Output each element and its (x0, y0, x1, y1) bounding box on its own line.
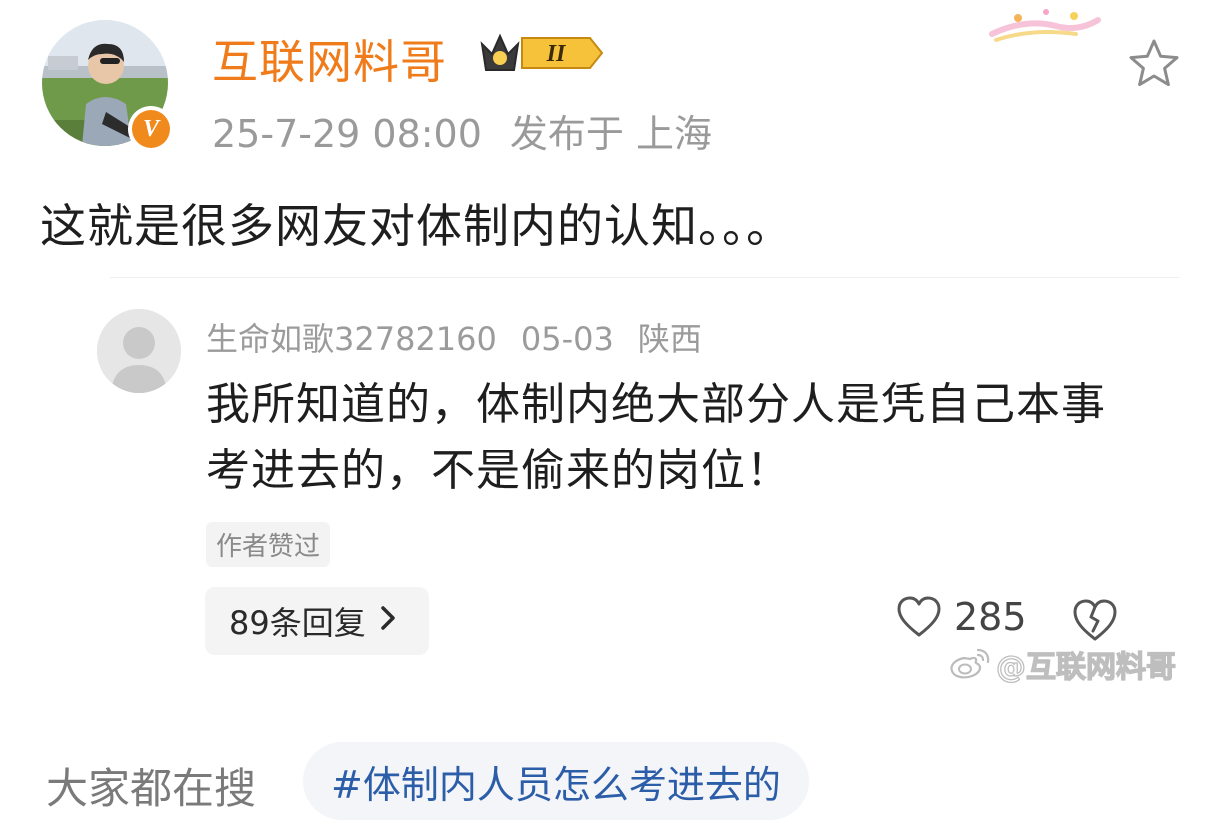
author-name[interactable]: 互联网料哥 (212, 26, 447, 92)
author-liked-badge: 作者赞过 (206, 522, 331, 567)
heart-outline-icon (897, 596, 941, 637)
comment-location: 陕西 (637, 320, 702, 358)
decoration-sparkle-icon (986, 4, 1102, 44)
verified-badge: V (128, 106, 174, 152)
level-badge-text: II (546, 41, 567, 67)
view-replies-button[interactable]: 89条回复 (205, 587, 429, 655)
like-button[interactable]: 285 (896, 595, 1027, 639)
comment-text: 我所知道的，体制内绝大部分人是凭自己本事考进去的，不是偷来的岗位！ (206, 379, 1106, 496)
post-text: 这就是很多网友对体制内的认知。。。 (40, 199, 793, 253)
dislike-button[interactable] (1072, 597, 1118, 643)
default-avatar-icon (97, 309, 181, 393)
broken-heart-icon (1073, 599, 1117, 641)
comment-meta: 生命如歌32782160 05-03 陕西 (206, 314, 726, 360)
divider (110, 277, 1180, 278)
post-location: 发布于 上海 (509, 112, 712, 156)
favorite-star-button[interactable] (1126, 36, 1182, 92)
comment-username[interactable]: 生命如歌32782160 (206, 320, 497, 358)
weibo-logo-icon (950, 648, 990, 679)
trending-hashtag-chip[interactable]: #体制内人员怎么考进去的 (303, 742, 809, 820)
trending-hashtag-text: #体制内人员怎么考进去的 (331, 762, 781, 807)
like-count: 285 (954, 595, 1027, 639)
star-outline-icon (1129, 39, 1179, 87)
replies-label: 89条回复 (229, 604, 366, 642)
post-meta: 25-7-29 08:00 发布于 上海 (212, 103, 740, 158)
crown-level-badge-icon: II (478, 30, 604, 76)
commenter-avatar[interactable] (97, 309, 181, 393)
comment-date: 05-03 (520, 320, 614, 358)
watermark: @互联网料哥 (948, 642, 1177, 686)
trending-search-label: 大家都在搜 (46, 764, 257, 813)
post-date: 25-7-29 08:00 (212, 112, 482, 156)
watermark-text: @互联网料哥 (995, 649, 1176, 685)
chevron-right-icon (380, 604, 396, 639)
verified-v-icon: V (132, 110, 170, 148)
